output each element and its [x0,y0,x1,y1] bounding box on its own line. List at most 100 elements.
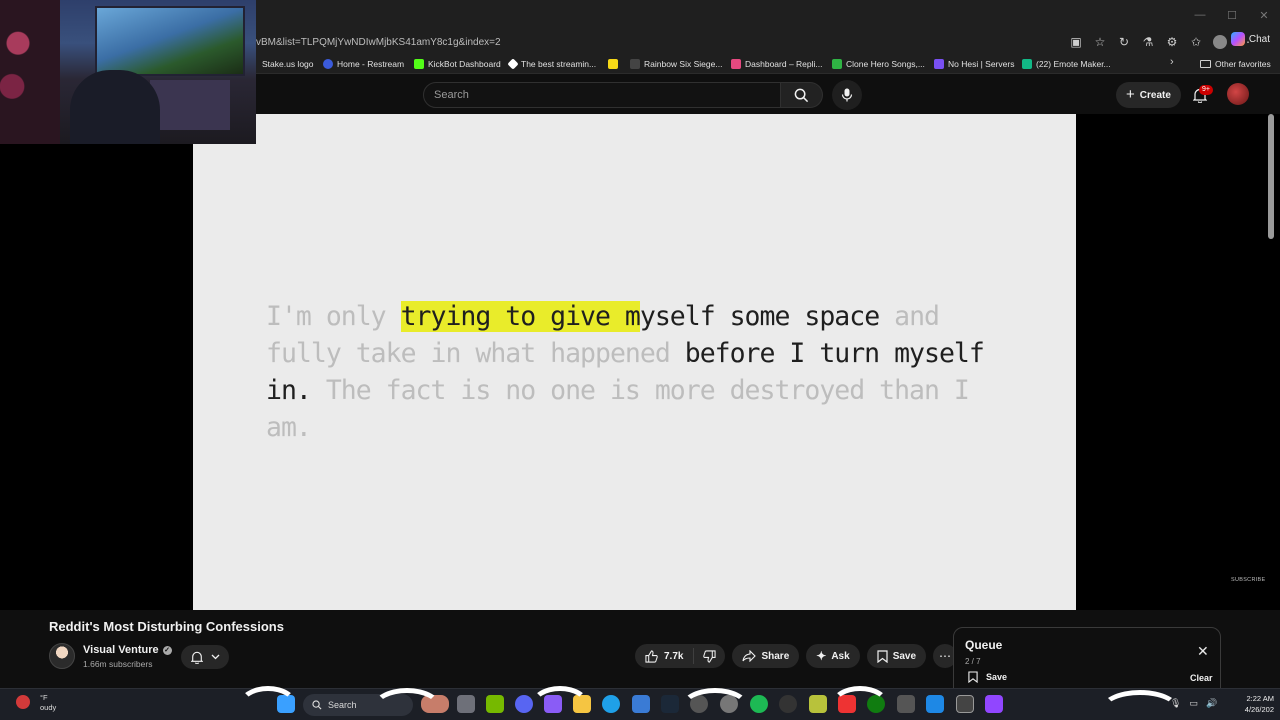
sparkle-icon: ✦ [816,649,827,663]
folder-icon [1200,60,1211,68]
close-window-icon[interactable]: ✕ [1248,0,1280,30]
like-count: 7.7k [664,650,684,662]
overlay-swoosh [680,688,750,720]
close-icon[interactable]: ✕ [1197,643,1209,660]
bookmark-item[interactable]: Stake.us logo [262,56,314,72]
app-icon[interactable] [897,695,915,713]
clock-date: 4/26/202 [1244,705,1274,714]
favorite-star-icon[interactable]: ☆ [1090,32,1110,52]
bookmark-item[interactable]: Rainbow Six Siege... [630,56,722,72]
bookmark-label: KickBot Dashboard [428,59,501,69]
epic-games-icon[interactable] [956,695,974,713]
voice-search-button[interactable] [832,80,862,110]
address-bar-icons: ▣ ☆ ↻ ⚗ ⚙ ✩ ⋯ [1066,31,1254,53]
nvidia-icon[interactable] [486,695,504,713]
bookmark-label: (22) Emote Maker... [1036,59,1111,69]
queue-save-button[interactable]: Save [968,671,1007,683]
share-button[interactable]: Share [732,644,800,668]
page-scrollbar[interactable] [1268,114,1274,239]
bookmark-label: Rainbow Six Siege... [644,59,723,69]
weather-icon [16,695,30,709]
webcam-overlay [0,0,256,144]
queue-clear-button[interactable]: Clear [1190,673,1213,683]
clock-time: 2:22 AM [1246,694,1274,703]
search-input[interactable]: Search [423,82,781,108]
extensions-icon[interactable]: ⚗ [1138,32,1158,52]
chevron-down-icon [211,654,219,660]
bookmark-item[interactable]: The best streamin... [507,56,596,72]
app-icon[interactable] [809,695,827,713]
4k-downloader-icon[interactable] [779,695,797,713]
other-favorites-folder[interactable]: Other favorites [1200,56,1271,72]
taskbar-clock[interactable]: 2:22 AM 4/26/202 [1226,693,1274,715]
account-avatar[interactable] [1227,83,1249,105]
bookmark-item[interactable]: Home - Restream [323,56,404,72]
more-horizontal-icon: ⋯ [939,649,952,663]
copilot-chat-button[interactable]: Chat [1230,32,1270,46]
chat-label: Chat [1248,33,1270,45]
channel-name[interactable]: Visual Venture ✓ [83,644,172,656]
steam-icon[interactable] [661,695,679,713]
like-dislike-group: 7.7k [635,644,726,668]
webcam-shelf [150,80,230,130]
subscribe-watermark[interactable]: SUBSCRIBE [1231,577,1266,583]
ask-button[interactable]: ✦ Ask [806,644,860,668]
bookmarks-overflow-icon[interactable]: › [1170,56,1174,68]
create-button[interactable]: + Create [1116,82,1181,108]
weather-widget[interactable]: °F oudy [14,693,56,713]
channel-avatar[interactable] [49,643,75,669]
kickbot-icon [414,59,424,69]
video-caption-text: I'm only trying to give myself some spac… [266,298,1026,446]
bookmark-item[interactable]: KickBot Dashboard [414,56,501,72]
ask-label: Ask [831,650,850,662]
spotify-icon[interactable] [750,695,768,713]
minimize-icon[interactable]: — [1184,0,1216,30]
queue-title: Queue [965,638,1003,652]
bookmark-item[interactable]: Dashboard – Repli... [731,56,823,72]
store-icon[interactable] [632,695,650,713]
caption-faded-text: The fact is no one is more destroyed tha… [266,375,984,443]
microphone-icon [841,88,853,102]
thumbs-up-icon [645,649,658,663]
bookmark-icon [877,649,888,663]
twitch-icon[interactable] [985,695,1003,713]
thumbs-down-icon [703,649,717,663]
edge-icon[interactable] [602,695,620,713]
refresh-icon[interactable]: ↻ [1114,32,1134,52]
settings-icon[interactable]: ⚙ [1162,32,1182,52]
webcam-person [70,70,160,144]
bookmark-item[interactable]: (22) Emote Maker... [1022,56,1111,72]
url-field[interactable]: vBM&list=TLPQMjYwNDIwMjbKS41amY8c1g&inde… [256,31,1086,53]
bookmark-item[interactable]: No Hesi | Servers [934,56,1014,72]
bookmark-label: Stake.us logo [262,59,314,69]
search-button[interactable] [781,82,823,108]
reader-mode-icon[interactable]: ▣ [1066,32,1086,52]
notification-count-badge: 9+ [1199,85,1213,95]
video-actions: 7.7k Share ✦ Ask Save ⋯ [635,644,958,668]
search-placeholder: Search [434,89,469,101]
overlay-swoosh [530,686,590,720]
video-title: Reddit's Most Disturbing Confessions [49,619,284,634]
save-button[interactable]: Save [866,644,927,668]
bookmark-item[interactable]: Clone Hero Songs,... [832,56,925,72]
dislike-button[interactable] [694,649,725,663]
profile-icon[interactable] [1210,32,1230,52]
volume-icon[interactable]: 🔊 [1206,698,1217,709]
snapchat-icon [608,59,618,69]
favorites-icon[interactable]: ✩ [1186,32,1206,52]
nohesi-icon [934,59,944,69]
caption-faded-text: I'm only [266,301,401,332]
app-icon[interactable] [926,695,944,713]
restream-icon [323,59,333,69]
bookmark-label: No Hesi | Servers [948,59,1015,69]
other-favorites-label: Other favorites [1215,59,1271,69]
bookmark-item[interactable] [608,56,618,72]
webcam-lights [0,0,60,144]
taskbar-search-label: Search [328,700,357,710]
maximize-icon[interactable]: ☐ [1216,0,1248,30]
task-view-icon[interactable] [457,695,475,713]
network-icon[interactable]: ▭ [1189,698,1198,709]
like-button[interactable]: 7.7k [635,648,695,664]
subscription-notifications-button[interactable] [181,645,229,669]
queue-position: 2 / 7 [965,657,981,666]
